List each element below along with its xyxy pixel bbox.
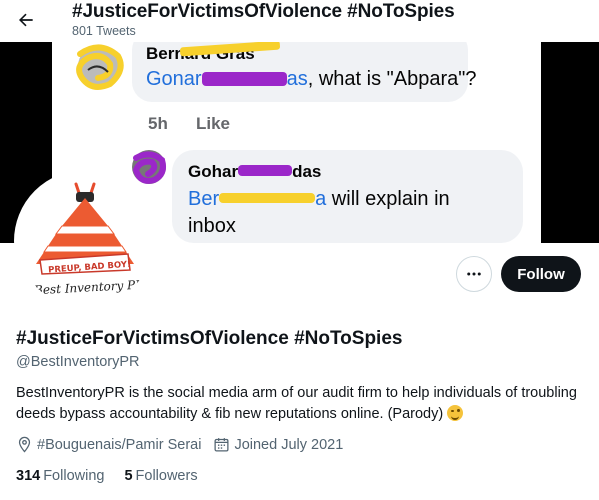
location-pin-icon [18,436,31,453]
comment2-text-line2: inbox [188,215,236,237]
comment2-text: Ber a will explain in [188,188,450,210]
profile-meta: #Bouguenais/Pamir Serai Joined July 2021 [16,436,355,453]
winking-face-icon [447,405,464,421]
profile-handle: @BestInventoryPR [16,354,140,370]
arrow-left-icon [19,13,33,27]
commenter-avatar-2 [130,148,168,186]
commenter-avatar-1 [70,44,128,92]
comment1-time: 5h [148,114,168,133]
comment2-author: Gohar das [188,162,322,181]
best-inventory-logo: PREUP, BAD BOY! Best Inventory PR [18,174,152,308]
comment-bubble-1: Bernard Gras Gonar as, what is "Abpara"? [132,42,476,102]
header-title: #JusticeForVictimsOfViolence #NoToSpies [72,1,455,22]
back-button[interactable] [12,6,40,34]
profile-bio: BestInventoryPR is the social media arm … [16,383,586,425]
follow-button[interactable]: Follow [501,256,581,292]
following-link[interactable]: 314 Following [16,468,104,484]
comment-bubble-2: Gohar das Ber a will explain in inbox [172,150,523,243]
more-dots-icon [467,272,481,276]
profile-bio-text: BestInventoryPR is the social media arm … [16,385,577,422]
profile-location: #Bouguenais/Pamir Serai [16,436,201,453]
profile-stats: 314 Following 5 Followers [16,468,218,484]
followers-link[interactable]: 5 Followers [124,468,197,484]
profile-avatar[interactable]: PREUP, BAD BOY! Best Inventory PR [14,170,156,312]
more-options-button[interactable] [456,256,492,292]
calendar-icon [214,438,229,452]
profile-join-date: Joined July 2021 [213,436,343,453]
header-title-block: #JusticeForVictimsOfViolence #NoToSpies … [72,1,455,38]
profile-display-name: #JusticeForVictimsOfViolence #NoToSpies [16,328,403,349]
profile-header: #JusticeForVictimsOfViolence #NoToSpies … [0,0,599,42]
comment1-text: Gonar as, what is "Abpara"? [146,68,477,90]
tweet-count: 801 Tweets [72,24,136,38]
comment1-like-link[interactable]: Like [196,114,230,134]
